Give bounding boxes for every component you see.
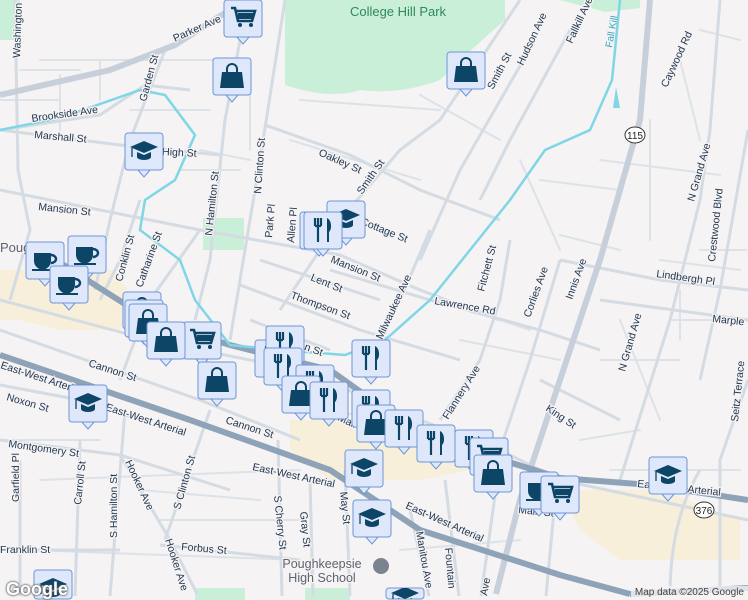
grocery-marker[interactable] (182, 321, 222, 367)
street-label: Marple (712, 313, 745, 328)
restaurant-marker[interactable] (351, 339, 391, 385)
school-marker[interactable] (68, 384, 108, 430)
lindbergh-road (559, 258, 748, 292)
street-label: S Cherry St (271, 495, 289, 550)
street-label: Corlies Ave (522, 265, 551, 319)
svg-text:376: 376 (696, 506, 713, 517)
street-label: N Grand Ave (685, 142, 713, 203)
street-label: Crestwood Blvd (706, 188, 726, 263)
street-label: S Hamilton St (108, 474, 120, 538)
corlies-road (498, 259, 562, 451)
oakley-road (264, 123, 501, 222)
street-label: High St (162, 146, 197, 160)
street-label: Fitchett St (475, 244, 499, 293)
street-label: Lent St (309, 272, 344, 296)
route-115-shield: 115 (624, 126, 646, 144)
cafe-marker[interactable] (49, 265, 89, 311)
parker-ave-road (0, 0, 247, 98)
route-376-shield: 376 (693, 501, 715, 519)
street-label: Ave (478, 577, 493, 597)
school-marker[interactable] (124, 132, 164, 178)
svg-text:115: 115 (627, 131, 643, 142)
street-label: Allen Pl (285, 207, 300, 244)
school-marker[interactable] (352, 499, 392, 545)
grocery-marker[interactable] (223, 0, 263, 45)
school-marker[interactable] (385, 587, 425, 600)
street-label: Catharine St (134, 230, 165, 289)
street-label: Manitou Ave (413, 530, 435, 589)
street-label: Noxon St (5, 391, 50, 414)
shopping-marker[interactable] (197, 361, 237, 407)
shopping-marker[interactable] (473, 454, 513, 500)
street-label: Carroll St (72, 460, 89, 505)
pond (613, 87, 620, 108)
college-hill-park-label[interactable]: College Hill Park (349, 3, 448, 20)
high-school-label-2[interactable]: High School (287, 570, 357, 587)
google-logo[interactable]: Google (6, 580, 68, 598)
school-grounds (195, 588, 245, 600)
street-label: Lawrence Rd (433, 295, 496, 318)
fall-kill-label: Fall Kill (604, 15, 620, 49)
street-label: S Clinton St (171, 454, 198, 511)
park-area-north (560, 0, 640, 12)
street-label: Caywood Rd (659, 30, 695, 90)
street-label: Parker Ave (171, 13, 223, 45)
shopping-marker[interactable] (146, 321, 186, 367)
street-label: Park Pl (263, 204, 278, 239)
street-label: N Clinton St (252, 137, 268, 194)
street-label: Conklin St (113, 233, 137, 282)
street-label: Hudson Ave (515, 11, 550, 67)
street-label: Flannery Ave (440, 363, 483, 421)
street-label: May St (337, 491, 352, 525)
restaurant-marker[interactable] (309, 381, 349, 427)
grocery-marker[interactable] (540, 475, 580, 521)
street-label: Garfield Pl (10, 453, 22, 502)
street-label: Forbus St (181, 541, 227, 557)
street-label: Gray St (297, 511, 313, 548)
high-school-school-icon[interactable] (373, 558, 389, 574)
street-label: Cottage St (359, 216, 410, 246)
street-label: Lindbergh Pl (656, 268, 716, 288)
restaurant-marker[interactable] (416, 424, 456, 470)
map-attribution[interactable]: Map data ©2025 Google (630, 586, 748, 600)
school-marker[interactable] (344, 449, 384, 495)
street-label: Fallkill Ave (564, 0, 596, 45)
shopping-marker[interactable] (212, 57, 252, 103)
street-label: Washington St (11, 0, 25, 58)
street-label: Mansion St (38, 201, 92, 218)
street-label: Marshall St (34, 129, 87, 146)
school-marker[interactable] (648, 456, 688, 502)
map-canvas[interactable]: 115 376 College Hill Park Fall Kill Poug… (0, 0, 748, 600)
restaurant-marker[interactable] (303, 211, 343, 257)
street-label: Fountain (442, 547, 458, 589)
street-label: Cannon St (87, 357, 138, 384)
high-school-label-1[interactable]: Poughkeepsie (281, 556, 363, 573)
street-label: Franklin St (0, 544, 50, 556)
shopping-marker[interactable] (446, 51, 486, 97)
